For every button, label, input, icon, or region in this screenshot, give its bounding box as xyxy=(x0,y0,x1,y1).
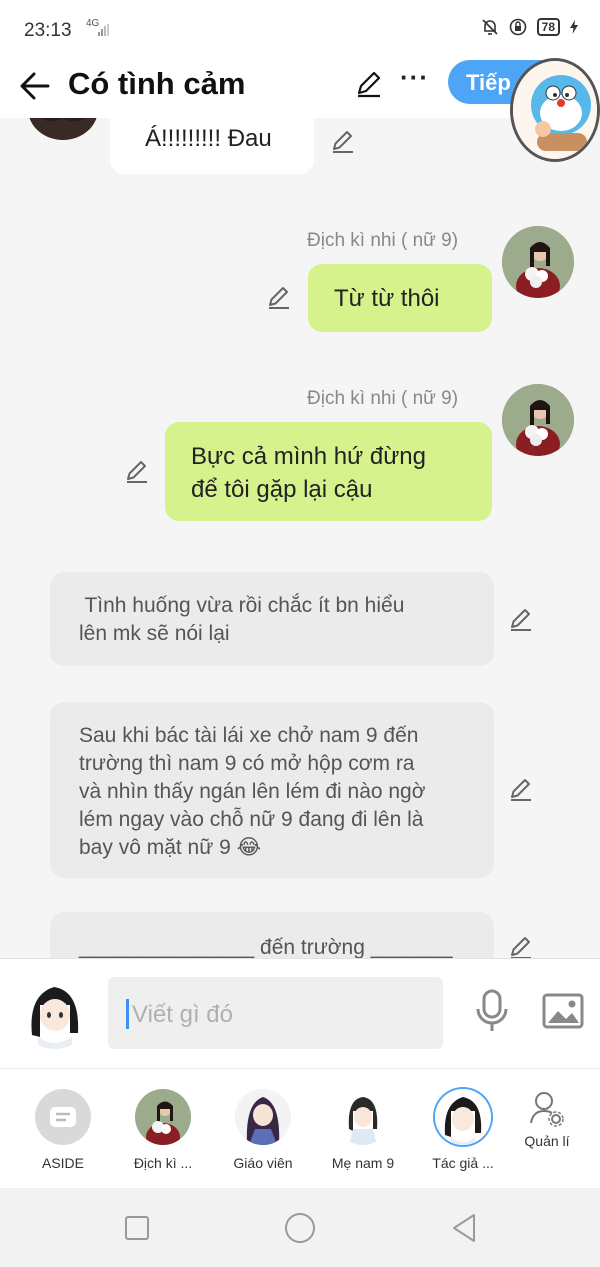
edit-icon[interactable] xyxy=(508,934,534,958)
avatar xyxy=(435,1089,491,1145)
aside-text: _______________ đến trường _______ xyxy=(79,936,453,958)
battery-indicator: 78 xyxy=(536,18,560,36)
avatar[interactable] xyxy=(28,118,98,140)
message-input-placeholder: Viết gì đó xyxy=(132,1001,233,1028)
status-bar: 23:13 4G 78 xyxy=(0,0,600,60)
sender-name: Địch kì nhi ( nữ 9) xyxy=(307,388,459,409)
character-me-nam-9[interactable]: Mẹ nam 9 xyxy=(318,1089,408,1171)
manage-characters[interactable]: Quản lí xyxy=(502,1089,592,1149)
aside-text-line: và nhìn thấy ngán lên lém đi nào ngờ xyxy=(79,780,426,803)
compose-bar: Viết gì đó xyxy=(0,958,600,1068)
edit-icon[interactable] xyxy=(330,128,356,154)
character-label: Quản lí xyxy=(524,1133,570,1149)
manage-user-icon xyxy=(530,1092,564,1127)
avatar xyxy=(235,1089,291,1145)
aside-bubble[interactable]: Sau khi bác tài lái xe chở nam 9 đến trư… xyxy=(50,702,494,878)
data-saver-icon xyxy=(509,18,526,36)
aside-text-line2: lên mk sẽ nói lại xyxy=(79,622,230,645)
message-bubble[interactable]: Từ từ thôi xyxy=(308,264,492,332)
character-label: Địch kì ... xyxy=(133,1155,193,1171)
back-nav-icon[interactable] xyxy=(450,1213,478,1243)
avatar xyxy=(135,1089,191,1145)
more-options-icon[interactable]: ··· xyxy=(400,62,429,93)
edit-title-icon[interactable] xyxy=(354,68,384,98)
avatar[interactable] xyxy=(502,384,574,456)
back-arrow-icon[interactable] xyxy=(18,66,52,106)
message-bubble[interactable]: Bực cả mình hứ đừng để tôi gặp lại cậu xyxy=(165,422,492,521)
aside-text-line: lém ngay vào chỗ nữ 9 đang đi lên là xyxy=(79,808,424,831)
message-input[interactable]: Viết gì đó xyxy=(108,977,443,1049)
avatar-image xyxy=(18,975,92,1049)
aside-icon xyxy=(35,1089,91,1145)
aside-text-line: trường thì nam 9 có mở hộp cơm ra xyxy=(79,752,415,775)
message-text: Á!!!!!!!!! Đau xyxy=(145,125,272,152)
avatar-image xyxy=(502,384,574,456)
character-aside[interactable]: ASIDE xyxy=(18,1089,108,1171)
chat-area[interactable]: Á!!!!!!!!! Đau Địch kì nhi ( nữ 9) Từ từ… xyxy=(0,118,600,958)
aside-text-line: bay vô mặt nữ 9 😂 xyxy=(79,836,262,859)
edit-icon[interactable] xyxy=(124,458,150,484)
message-bubble[interactable]: Á!!!!!!!!! Đau xyxy=(110,118,314,174)
home-icon[interactable] xyxy=(284,1212,316,1244)
avatar[interactable] xyxy=(502,226,574,298)
aside-bubble[interactable]: _______________ đến trường _______ xyxy=(50,912,494,958)
message-text-line2: để tôi gặp lại cậu xyxy=(191,476,373,503)
aside-text-line1: Tình huống vừa rồi chắc ít bn hiểu xyxy=(79,594,405,617)
message-text: Từ từ thôi xyxy=(334,285,440,312)
aside-text-line: Sau khi bác tài lái xe chở nam 9 đến xyxy=(79,724,419,747)
aside-bubble[interactable]: Tình huống vừa rồi chắc ít bn hiểu lên m… xyxy=(50,572,494,666)
edit-icon[interactable] xyxy=(508,776,534,802)
status-time: 23:13 xyxy=(24,20,72,41)
character-bar: ASIDE Địch kì ... Giáo viên Mẹ nam 9 Tác… xyxy=(0,1068,600,1188)
character-dich-ki-nhi[interactable]: Địch kì ... xyxy=(118,1089,208,1171)
system-nav-bar xyxy=(0,1188,600,1267)
character-label: Giáo viên xyxy=(233,1155,293,1171)
character-tac-gia[interactable]: Tác giả ... xyxy=(418,1089,508,1171)
page-title: Có tình cảm xyxy=(68,66,246,101)
microphone-icon[interactable] xyxy=(474,989,510,1033)
avatar-image xyxy=(40,118,86,122)
sender-name: Địch kì nhi ( nữ 9) xyxy=(307,230,459,251)
edit-icon[interactable] xyxy=(508,606,534,632)
character-giao-vien[interactable]: Giáo viên xyxy=(218,1089,308,1171)
message-text-line1: Bực cả mình hứ đừng xyxy=(191,443,426,470)
avatar-image xyxy=(502,226,574,298)
character-label: ASIDE xyxy=(41,1155,84,1171)
recent-apps-icon[interactable] xyxy=(124,1215,150,1241)
mute-bell-icon xyxy=(482,19,498,35)
avatar xyxy=(335,1089,391,1145)
signal-icon xyxy=(98,24,109,36)
image-icon[interactable] xyxy=(542,993,584,1029)
text-caret xyxy=(126,999,129,1029)
edit-icon[interactable] xyxy=(266,284,292,310)
character-label: Mẹ nam 9 xyxy=(331,1155,395,1171)
charging-icon xyxy=(570,20,578,34)
current-character-avatar[interactable] xyxy=(18,975,92,1049)
character-label: Tác giả ... xyxy=(432,1155,494,1171)
